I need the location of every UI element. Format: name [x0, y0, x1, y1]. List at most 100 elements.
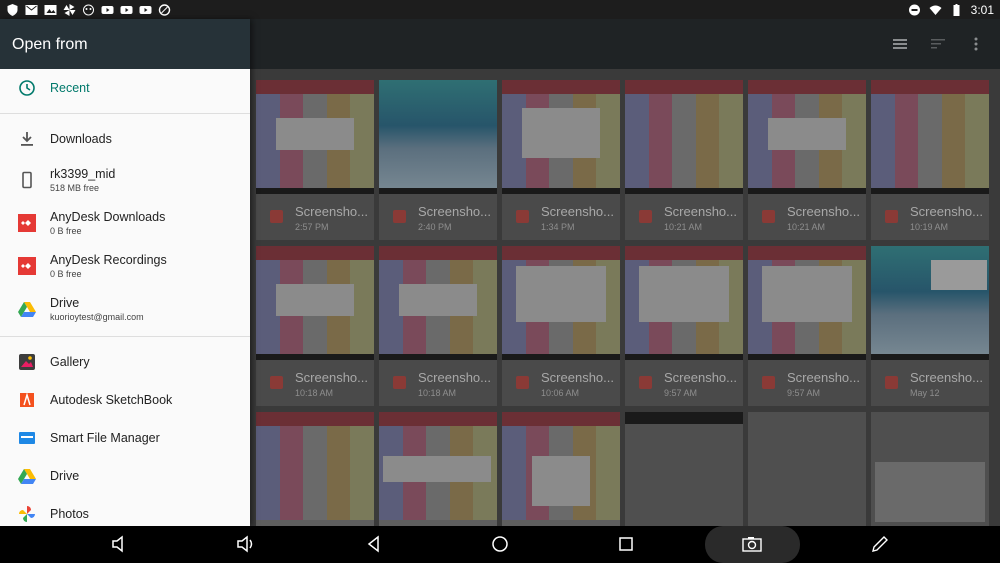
file-thumbnail [256, 80, 374, 194]
file-name: Screensho... [787, 370, 860, 385]
drawer-item-drive-account[interactable]: Drive kuorioytest@gmail.com [0, 287, 250, 330]
file-card[interactable]: Screensho... 1:34 PM [502, 80, 620, 240]
pencil-icon[interactable] [870, 534, 890, 554]
download-icon [21, 132, 33, 146]
image-file-icon [885, 210, 898, 223]
navigation-drawer: Open from Recent Downloads rk3399_mid 51… [0, 19, 250, 526]
file-time: 10:06 AM [541, 388, 580, 398]
file-card[interactable]: Screensho... 10:18 AM [379, 246, 497, 406]
drawer-item-downloads[interactable]: Downloads [0, 120, 250, 158]
file-card[interactable]: Screensho... 2:40 PM [379, 80, 497, 240]
file-name: Screensho... [910, 370, 983, 385]
drawer-list: Recent Downloads rk3399_mid 518 MB free … [0, 69, 250, 533]
more-options-icon[interactable] [968, 36, 984, 52]
list-view-icon[interactable] [892, 36, 908, 52]
file-thumbnail [625, 412, 743, 526]
file-card[interactable]: Screensho... 10:21 AM [748, 80, 866, 240]
drawer-item-anydesk-recordings[interactable]: AnyDesk Recordings 0 B free [0, 244, 250, 287]
volume-down-icon[interactable] [110, 534, 130, 554]
file-card[interactable] [379, 412, 497, 526]
image-file-icon [393, 376, 406, 389]
drawer-item-label: Smart File Manager [50, 431, 160, 445]
volume-up-icon[interactable] [236, 534, 256, 554]
system-nav-bar [0, 526, 1000, 563]
back-icon[interactable] [364, 534, 384, 554]
anydesk-icon [18, 256, 36, 275]
file-card[interactable]: Screensho... 9:57 AM [625, 246, 743, 406]
file-thumbnail [256, 412, 374, 526]
sort-icon[interactable] [930, 36, 946, 52]
clock-icon [19, 80, 35, 96]
file-card[interactable]: Screensho... 9:57 AM [748, 246, 866, 406]
image-file-icon [270, 210, 283, 223]
robot-icon [83, 4, 94, 15]
drawer-item-sub: 0 B free [50, 268, 82, 279]
recents-icon[interactable] [616, 534, 636, 554]
drive-icon [18, 301, 36, 317]
drawer-item-label: Downloads [50, 132, 112, 146]
files-toolbar [250, 19, 1000, 69]
drawer-item-smart-file-manager[interactable]: Smart File Manager [0, 419, 250, 457]
file-card[interactable]: Screensho... 10:19 AM [871, 80, 989, 240]
file-name: Screensho... [541, 204, 614, 219]
drawer-item-label: Drive [50, 295, 80, 310]
drawer-item-sketchbook[interactable]: Autodesk SketchBook [0, 381, 250, 419]
file-name: Screensho... [910, 204, 983, 219]
image-file-icon [516, 210, 529, 223]
drawer-item-recent[interactable]: Recent [0, 69, 250, 107]
drawer-item-anydesk-downloads[interactable]: AnyDesk Downloads 0 B free [0, 201, 250, 244]
drawer-divider [0, 336, 250, 337]
file-name: Screensho... [787, 204, 860, 219]
file-card[interactable]: Screensho... 2:57 PM [256, 80, 374, 240]
drawer-item-label: Gallery [50, 355, 90, 369]
file-card[interactable] [871, 412, 989, 526]
wifi-icon [929, 5, 942, 15]
drawer-item-rk3399-mid[interactable]: rk3399_mid 518 MB free [0, 158, 250, 201]
file-thumbnail [502, 246, 620, 360]
file-thumbnail [871, 246, 989, 360]
drawer-item-label: AnyDesk Recordings [50, 252, 167, 267]
drawer-header: Open from [0, 19, 250, 69]
image-file-icon [885, 376, 898, 389]
file-card[interactable] [748, 412, 866, 526]
drawer-title: Open from [12, 36, 88, 53]
file-thumbnail [748, 246, 866, 360]
file-card[interactable]: Screensho... May 12 [871, 246, 989, 406]
drawer-item-gallery[interactable]: Gallery [0, 343, 250, 381]
file-card[interactable]: Screensho... 10:21 AM [625, 80, 743, 240]
image-file-icon [762, 210, 775, 223]
file-thumbnail [871, 80, 989, 194]
camera-icon [742, 537, 762, 552]
image-icon [44, 4, 57, 15]
file-time: 9:57 AM [664, 388, 698, 398]
file-card[interactable] [502, 412, 620, 526]
photos-icon [19, 506, 35, 522]
image-file-icon [762, 376, 775, 389]
drawer-item-drive[interactable]: Drive [0, 457, 250, 495]
file-card[interactable] [625, 412, 743, 526]
file-name: Screensho... [418, 370, 491, 385]
home-icon[interactable] [490, 534, 510, 554]
file-time: May 12 [910, 388, 940, 398]
file-thumbnail [379, 412, 497, 526]
shield-icon [7, 3, 18, 16]
battery-icon [953, 3, 960, 16]
drive-icon [18, 469, 36, 484]
file-card[interactable]: Screensho... 10:06 AM [502, 246, 620, 406]
image-file-icon [393, 210, 406, 223]
file-card[interactable] [256, 412, 374, 526]
file-time: 10:21 AM [787, 222, 826, 232]
file-thumbnail [871, 412, 989, 526]
file-thumbnail [256, 246, 374, 360]
file-name: Screensho... [418, 204, 491, 219]
file-thumbnail [502, 80, 620, 194]
drawer-item-sub: kuorioytest@gmail.com [50, 311, 144, 322]
gmail-icon [25, 4, 38, 15]
youtube-icon [101, 5, 114, 14]
file-name: Screensho... [664, 204, 737, 219]
drawer-item-sub: 518 MB free [50, 182, 100, 193]
file-time: 10:21 AM [664, 222, 703, 232]
files-panel: Screensho... 2:57 PM Screensho... 2:40 PM … [250, 19, 1000, 526]
file-card[interactable]: Screensho... 10:18 AM [256, 246, 374, 406]
file-time: 2:57 PM [295, 222, 329, 232]
